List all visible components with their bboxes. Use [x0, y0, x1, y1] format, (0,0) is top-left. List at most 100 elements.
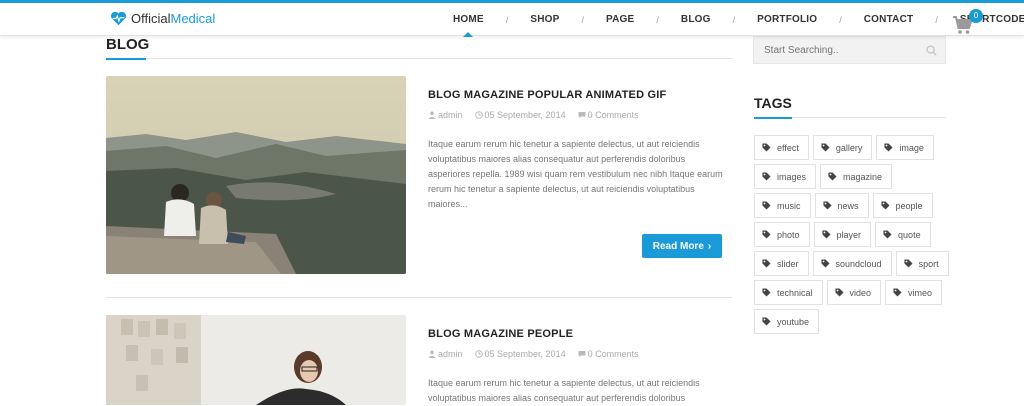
comment-icon — [578, 112, 586, 119]
title-accent-line — [106, 58, 146, 60]
clock-icon — [474, 350, 483, 358]
post-image-landscape[interactable] — [106, 76, 406, 274]
nav-separator: / — [732, 14, 736, 25]
tag-magazine[interactable]: magazine — [820, 164, 893, 189]
nav-shop[interactable]: SHOP — [530, 14, 559, 25]
post-divider — [106, 297, 732, 298]
post-image-people[interactable] — [106, 315, 406, 405]
post-author-name: admin — [438, 349, 463, 359]
nav-separator: / — [656, 14, 659, 25]
tag-label: vimeo — [908, 287, 933, 298]
tags-heading: TAGS — [754, 95, 792, 111]
heart-pulse-icon — [111, 11, 126, 26]
tag-label: gallery — [835, 142, 863, 153]
tag-sport[interactable]: sport — [895, 251, 949, 276]
tag-icon — [762, 172, 771, 181]
tag-vimeo[interactable]: vimeo — [885, 280, 943, 305]
logo-text-official: Official — [131, 11, 171, 26]
nav-portfolio[interactable]: PORTFOLIO — [757, 14, 817, 25]
post-date: 05 September, 2014 — [474, 349, 566, 359]
page-title: BLOG — [106, 36, 150, 53]
post-meta: admin 05 September, 2014 0 Comments — [428, 110, 651, 120]
site-logo[interactable]: Official Medical — [110, 11, 215, 26]
tag-gallery[interactable]: gallery — [812, 135, 873, 160]
tag-news[interactable]: news — [814, 193, 869, 218]
tag-icon — [762, 230, 771, 239]
tag-video[interactable]: video — [826, 280, 882, 305]
user-icon — [428, 111, 436, 119]
post-comments[interactable]: 0 Comments — [578, 110, 639, 120]
post-author-name: admin — [438, 110, 463, 120]
tag-icon — [904, 259, 913, 268]
nav-blog[interactable]: BLOG — [681, 14, 711, 25]
tag-icon — [893, 288, 902, 297]
nav-separator: / — [581, 14, 584, 25]
tag-image[interactable]: image — [876, 135, 934, 160]
tag-icon — [821, 143, 830, 152]
tags-accent-line — [754, 117, 792, 119]
search-icon[interactable] — [926, 45, 937, 56]
tag-label: people — [895, 200, 923, 211]
tag-music[interactable]: music — [754, 193, 811, 218]
tag-quote[interactable]: quote — [875, 222, 931, 247]
cart-count-badge: 0 — [969, 9, 983, 23]
post-excerpt: Itaque earum rerum hic tenetur a sapient… — [428, 378, 700, 403]
chevron-right-icon: › — [707, 240, 712, 252]
tag-label: technical — [777, 287, 813, 298]
tag-cloud: effect gallery image images magazine music new… — [754, 135, 954, 338]
comment-icon — [578, 351, 586, 358]
post-title[interactable]: BLOG MAGAZINE POPULAR ANIMATED GIF — [428, 89, 666, 101]
tag-technical[interactable]: technical — [754, 280, 823, 305]
post-date-text: 05 September, 2014 — [484, 349, 566, 359]
tag-icon — [828, 172, 837, 181]
tag-label: soundcloud — [835, 258, 882, 269]
tag-icon — [762, 143, 771, 152]
read-more-button[interactable]: Read More › — [642, 234, 722, 258]
tag-label: magazine — [843, 171, 883, 182]
search-input[interactable] — [754, 37, 914, 63]
nav-page[interactable]: PAGE — [606, 14, 634, 25]
tag-label: sport — [918, 258, 939, 269]
tag-youtube[interactable]: youtube — [754, 309, 820, 334]
logo-text-medical: Medical — [170, 11, 216, 26]
post-comments-text: 0 Comments — [587, 349, 639, 359]
tag-soundcloud[interactable]: soundcloud — [812, 251, 892, 276]
tag-photo[interactable]: photo — [754, 222, 810, 247]
site-header: Official Medical HOME / SHOP / PAGE / BLO… — [0, 3, 1024, 37]
tag-icon — [883, 230, 892, 239]
nav-separator: / — [935, 14, 938, 25]
tag-icon — [821, 230, 831, 239]
tag-label: quote — [898, 229, 921, 240]
tag-slider[interactable]: slider — [754, 251, 809, 276]
nav-contact[interactable]: CONTACT — [864, 14, 914, 25]
post-comments-text: 0 Comments — [587, 110, 639, 120]
post-author[interactable]: admin — [428, 110, 463, 120]
tag-icon — [762, 288, 771, 297]
tag-icon — [880, 201, 890, 210]
post-author[interactable]: admin — [428, 349, 463, 359]
tag-icon — [762, 259, 771, 268]
tag-icon — [884, 143, 893, 152]
tag-label: slider — [777, 258, 799, 269]
nav-separator: / — [839, 14, 842, 25]
post-excerpt: Itaque earum rerum hic tenetur a sapient… — [428, 139, 723, 209]
title-divider — [106, 58, 732, 59]
tag-people[interactable]: people — [872, 193, 933, 218]
tag-label: youtube — [777, 316, 810, 327]
user-icon — [428, 350, 436, 358]
tag-label: images — [777, 171, 807, 182]
tag-player[interactable]: player — [813, 222, 872, 247]
tag-icon — [834, 288, 844, 297]
post-comments[interactable]: 0 Comments — [578, 349, 639, 359]
tag-label: player — [836, 229, 862, 240]
post-date: 05 September, 2014 — [474, 110, 566, 120]
post-title[interactable]: BLOG MAGAZINE PEOPLE — [428, 328, 573, 340]
main-nav: HOME / SHOP / PAGE / BLOG / PORTFOLIO / … — [453, 3, 1024, 37]
nav-home[interactable]: HOME — [453, 14, 484, 37]
tag-label: image — [899, 142, 924, 153]
nav-separator: / — [505, 14, 509, 25]
tag-label: news — [837, 200, 859, 211]
tag-images[interactable]: images — [754, 164, 817, 189]
tag-effect[interactable]: effect — [754, 135, 809, 160]
tag-icon — [820, 259, 830, 268]
